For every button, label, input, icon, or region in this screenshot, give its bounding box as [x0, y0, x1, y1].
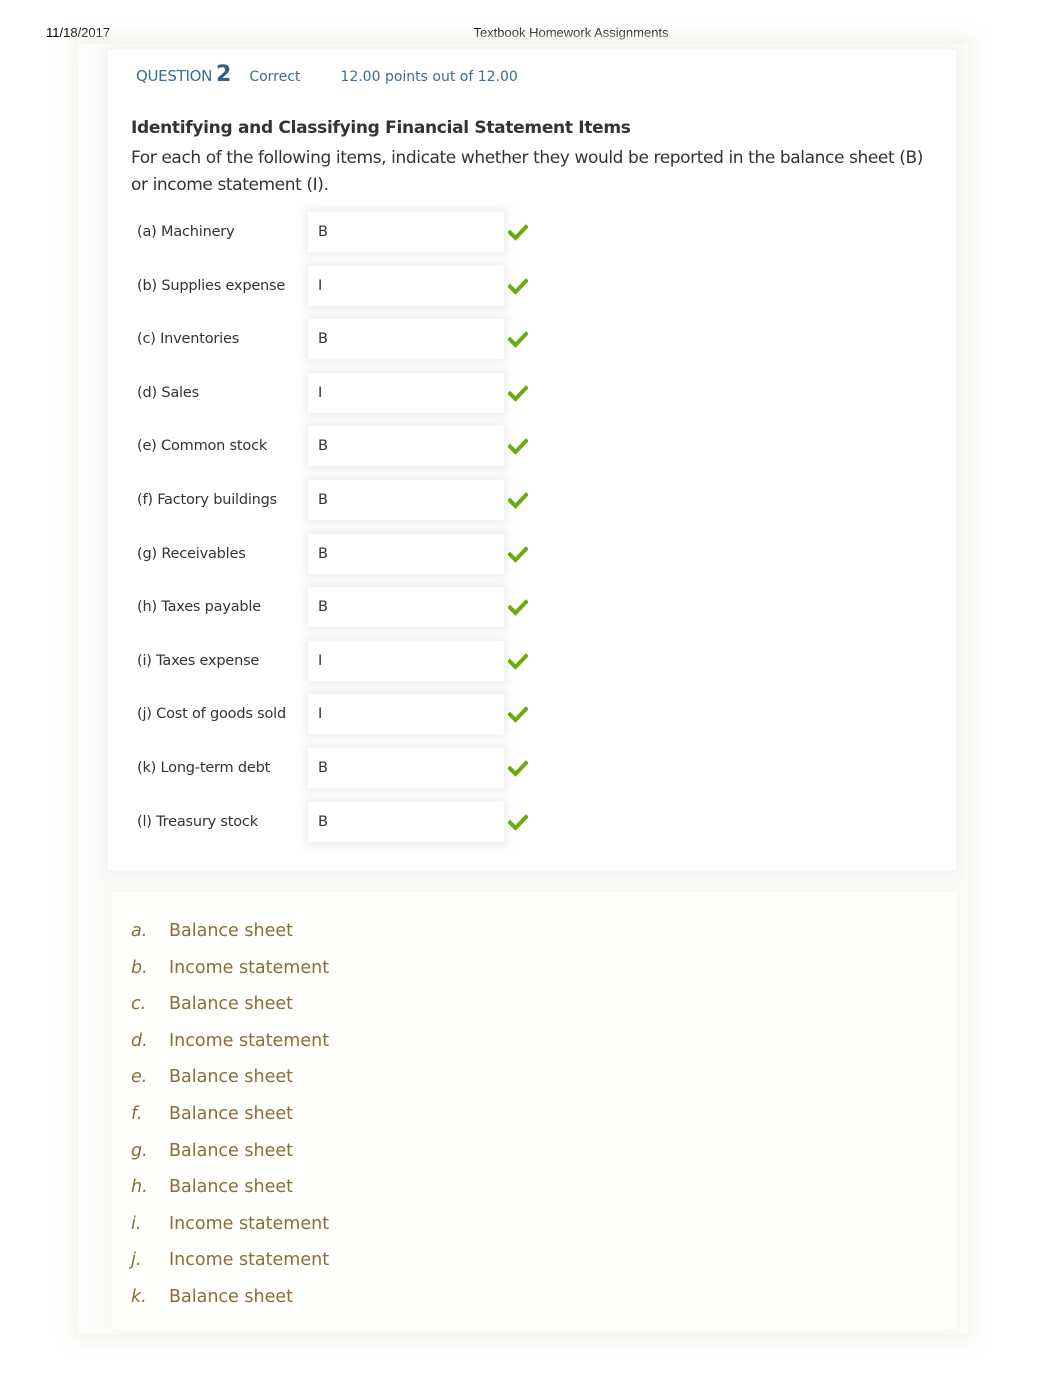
- item-answer-field[interactable]: I: [308, 640, 504, 681]
- checkmark-icon: [507, 384, 529, 402]
- solution-text: Balance sheet: [169, 1286, 293, 1307]
- item-row: (e) Common stock B: [128, 420, 548, 474]
- item-label: (g) Receivables: [137, 545, 246, 562]
- checkmark-icon: [507, 330, 529, 349]
- item-label: (l) Treasury stock: [137, 813, 258, 830]
- checkmark-icon: [507, 277, 529, 295]
- item-label: (i) Taxes expense: [137, 652, 260, 669]
- checkmark-icon: [507, 598, 529, 617]
- solution-text: Balance sheet: [169, 994, 293, 1015]
- checkmark-icon: [507, 437, 529, 456]
- question-points: 12.00 points out of 12.00: [340, 69, 518, 85]
- item-row: (b) Supplies expense I: [128, 260, 548, 314]
- solution-text: Income statement: [169, 1213, 330, 1234]
- question-status: Correct: [249, 69, 301, 85]
- item-row: (f) Factory buildings B: [128, 474, 548, 528]
- item-label: (k) Long-term debt: [137, 759, 271, 776]
- question-header: QUESTION 2 Correct 12.00 points out of 1…: [136, 62, 518, 92]
- checkmark-icon: [507, 813, 529, 831]
- print-title: Textbook Homework Assignments: [473, 25, 669, 40]
- item-label: (h) Taxes payable: [137, 599, 261, 616]
- solution-letter: e.: [131, 1067, 148, 1088]
- solution-letter: g.: [131, 1140, 148, 1161]
- checkmark-icon: [507, 545, 529, 563]
- item-row: (d) Sales I: [128, 367, 548, 421]
- checkmark-icon: [507, 652, 529, 670]
- solution-text: Income statement: [169, 957, 330, 978]
- solution-letter: d.: [131, 1030, 148, 1051]
- question-prompt: For each of the following items, indicat…: [131, 148, 923, 195]
- solution-letter: b.: [131, 957, 148, 978]
- item-row: (l) Treasury stock B: [128, 796, 548, 850]
- checkmark-icon: [507, 223, 529, 241]
- solution-text: Balance sheet: [169, 1140, 293, 1161]
- items-table: (a) Machinery B (b) Supplies expense I (…: [128, 206, 548, 849]
- print-header: 11/18/2017 Textbook Homework Assignments: [0, 25, 1062, 41]
- item-answer-field[interactable]: I: [308, 265, 504, 306]
- checkmark-icon: [507, 491, 529, 509]
- item-answer-field[interactable]: I: [308, 694, 504, 735]
- solution-letter: k.: [131, 1286, 147, 1307]
- solution-letter: j.: [131, 1250, 142, 1271]
- item-label: (f) Factory buildings: [137, 491, 278, 508]
- item-answer-field[interactable]: B: [308, 212, 504, 252]
- question-label: QUESTION: [136, 67, 212, 85]
- item-row: (g) Receivables B: [128, 528, 548, 582]
- solution-text: Income statement: [169, 1250, 330, 1271]
- solution-letter: a.: [131, 921, 148, 941]
- item-answer-field[interactable]: B: [308, 319, 504, 360]
- question-number: 2: [216, 62, 232, 87]
- solution-text: Income statement: [169, 1030, 330, 1051]
- question-title: Identifying and Classifying Financial St…: [131, 118, 631, 138]
- solution-text: Balance sheet: [169, 1103, 293, 1124]
- item-answer-field[interactable]: B: [308, 587, 504, 628]
- item-row: (i) Taxes expense I: [128, 635, 548, 689]
- item-label: (c) Inventories: [137, 331, 240, 348]
- item-label: (e) Common stock: [137, 438, 268, 455]
- checkmark-icon: [507, 759, 529, 777]
- item-answer-field[interactable]: B: [308, 479, 504, 520]
- item-row: (j) Cost of goods sold I: [128, 688, 548, 742]
- item-label: (b) Supplies expense: [137, 277, 286, 294]
- item-label: (j) Cost of goods sold: [137, 706, 286, 723]
- item-answer-field[interactable]: B: [308, 426, 504, 467]
- solution-letter: h.: [131, 1177, 148, 1198]
- solution-text: Balance sheet: [169, 1177, 293, 1198]
- solution-text: Balance sheet: [169, 921, 293, 941]
- item-answer-field[interactable]: B: [308, 747, 504, 788]
- solution-letter: c.: [131, 994, 147, 1015]
- item-answer-field[interactable]: B: [308, 801, 504, 842]
- solution-letter: f.: [131, 1103, 143, 1124]
- checkmark-icon: [507, 705, 529, 724]
- item-row: (h) Taxes payable B: [128, 581, 548, 635]
- item-row: (k) Long-term debt B: [128, 742, 548, 796]
- item-row: (c) Inventories B: [128, 313, 548, 367]
- solution-letter: i.: [131, 1213, 142, 1234]
- item-row: (a) Machinery B: [128, 206, 548, 260]
- item-label: (d) Sales: [137, 384, 199, 401]
- item-answer-field[interactable]: I: [308, 372, 504, 413]
- item-answer-field[interactable]: B: [308, 533, 504, 574]
- solution-text: Balance sheet: [169, 1067, 293, 1088]
- item-label: (a) Machinery: [137, 224, 235, 240]
